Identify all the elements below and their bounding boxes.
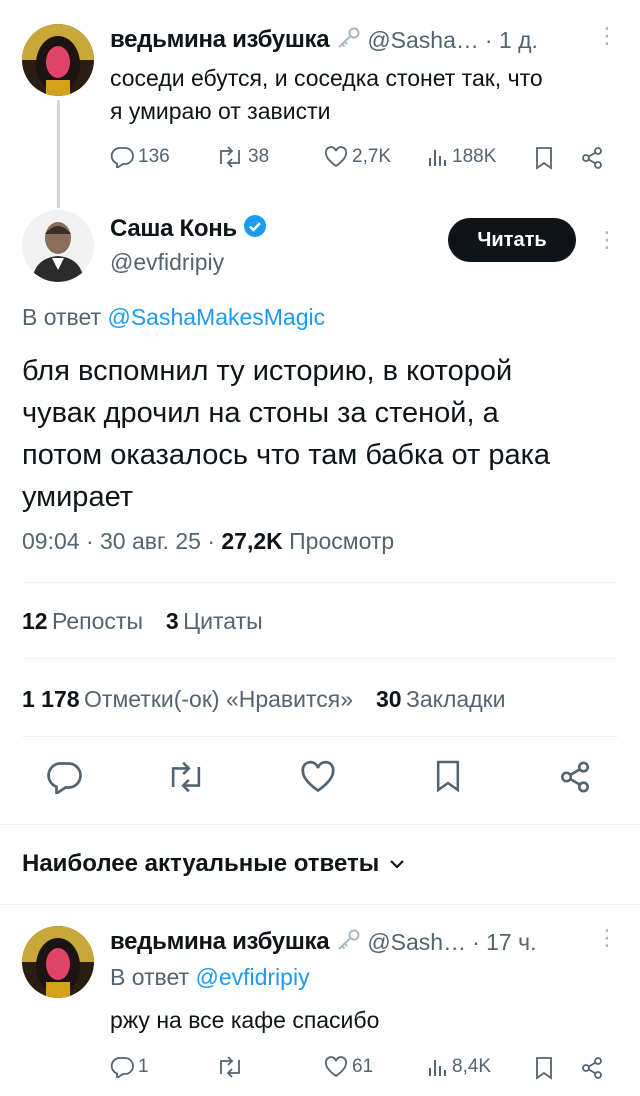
reply-icon (47, 762, 82, 797)
views-button[interactable]: 188K (428, 146, 496, 168)
verified-badge-icon (243, 214, 267, 243)
tweet-meta: 09:04 · 30 авг. 25 · 27,2K Просмотр (22, 528, 394, 555)
tweet-header: ведьмина избушка @Sash… · 17 ч. (110, 928, 537, 956)
like-button[interactable]: 2,7K (324, 146, 391, 168)
repost-button[interactable]: 38 (216, 146, 269, 168)
repost-icon (171, 761, 201, 793)
like-button[interactable] (300, 760, 336, 799)
more-icon[interactable]: ⋮ (596, 229, 618, 251)
reply-context: В ответ @SashaMakesMagic (22, 304, 326, 330)
share-button[interactable] (558, 760, 592, 799)
timestamp[interactable]: 09:04 · 30 авг. 25 · (22, 528, 215, 554)
views-count: 27,2K (221, 528, 283, 554)
tweet-header: ведьмина избушка @Sasha… · 1 д. (110, 26, 538, 54)
avatar[interactable] (22, 210, 94, 282)
views-button[interactable]: 8,4K (428, 1056, 491, 1078)
author-handle[interactable]: @evfidripiy (110, 249, 267, 276)
reply-context: В ответ @evfidripiy (110, 964, 310, 990)
divider (22, 582, 618, 583)
repost-quote-stats: 12 Репосты 3 Цитаты (22, 608, 263, 635)
author-name[interactable]: ведьмина избушка (110, 928, 330, 956)
like-bookmark-stats: 1 178 Отметки(-ок) «Нравится» 30 Закладк… (22, 686, 506, 713)
more-icon[interactable]: ⋮ (596, 927, 618, 949)
bookmark-icon[interactable] (534, 146, 554, 175)
replies-header: Наиболее актуальные ответы (22, 850, 380, 877)
repost-button[interactable] (166, 760, 206, 799)
repost-icon (220, 146, 240, 168)
thread-line (57, 100, 60, 208)
avatar[interactable] (22, 926, 94, 998)
views-label: Просмотр (289, 528, 395, 554)
bookmark-icon (436, 760, 460, 793)
views-icon (429, 1060, 446, 1076)
reply-icon (110, 1057, 134, 1078)
share-icon (560, 761, 590, 793)
reply-button[interactable]: 136 (110, 146, 170, 168)
author-block: Саша Конь @evfidripiy (110, 214, 267, 276)
share-icon[interactable] (580, 146, 604, 175)
bookmarks-stat[interactable]: 30 Закладки (376, 686, 506, 712)
key-icon (335, 929, 361, 956)
divider (22, 736, 618, 737)
views-icon (429, 150, 446, 166)
bookmark-icon[interactable] (534, 1056, 554, 1085)
reply-to-handle-link[interactable]: @evfidripiy (195, 964, 309, 990)
reply-to-handle-link[interactable]: @SashaMakesMagic (107, 304, 325, 330)
reply-button[interactable] (46, 760, 82, 799)
divider (22, 658, 618, 659)
reply-icon (110, 147, 134, 168)
heart-icon (324, 1056, 348, 1078)
share-icon[interactable] (580, 1056, 604, 1085)
key-icon (335, 27, 361, 54)
follow-button[interactable]: Читать (448, 218, 576, 262)
author-name[interactable]: Саша Конь (110, 215, 237, 243)
heart-icon (301, 760, 335, 793)
avatar[interactable] (22, 24, 94, 96)
post-time[interactable]: · 1 д. (485, 27, 538, 54)
divider (0, 824, 640, 825)
reposts-stat[interactable]: 12 Репосты (22, 608, 147, 634)
tweet-text: бля вспомнил ту историю, в которой чувак… (22, 355, 551, 513)
tweet-text: соседи ебутся, и соседка стонет так, что… (110, 65, 543, 124)
post-time[interactable]: · 17 ч. (472, 929, 536, 956)
like-button[interactable]: 61 (324, 1056, 373, 1078)
likes-stat[interactable]: 1 178 Отметки(-ок) «Нравится» (22, 686, 357, 712)
repost-icon (220, 1056, 240, 1078)
heart-icon (324, 146, 348, 168)
tweet-text: ржу на все кафе спасибо (110, 1007, 380, 1033)
replies-sort-toggle[interactable]: Наиболее актуальные ответы (22, 850, 405, 878)
more-icon[interactable]: ⋮ (596, 25, 618, 47)
divider (0, 904, 640, 905)
repost-button[interactable] (216, 1056, 248, 1078)
chevron-down-icon (390, 860, 405, 869)
bookmark-button[interactable] (434, 758, 462, 799)
author-handle[interactable]: @Sash… (367, 929, 466, 956)
reply-button[interactable]: 1 (110, 1056, 149, 1078)
author-name[interactable]: ведьмина избушка (110, 26, 330, 54)
quotes-stat[interactable]: 3 Цитаты (166, 608, 263, 634)
author-handle[interactable]: @Sasha… (367, 27, 479, 54)
